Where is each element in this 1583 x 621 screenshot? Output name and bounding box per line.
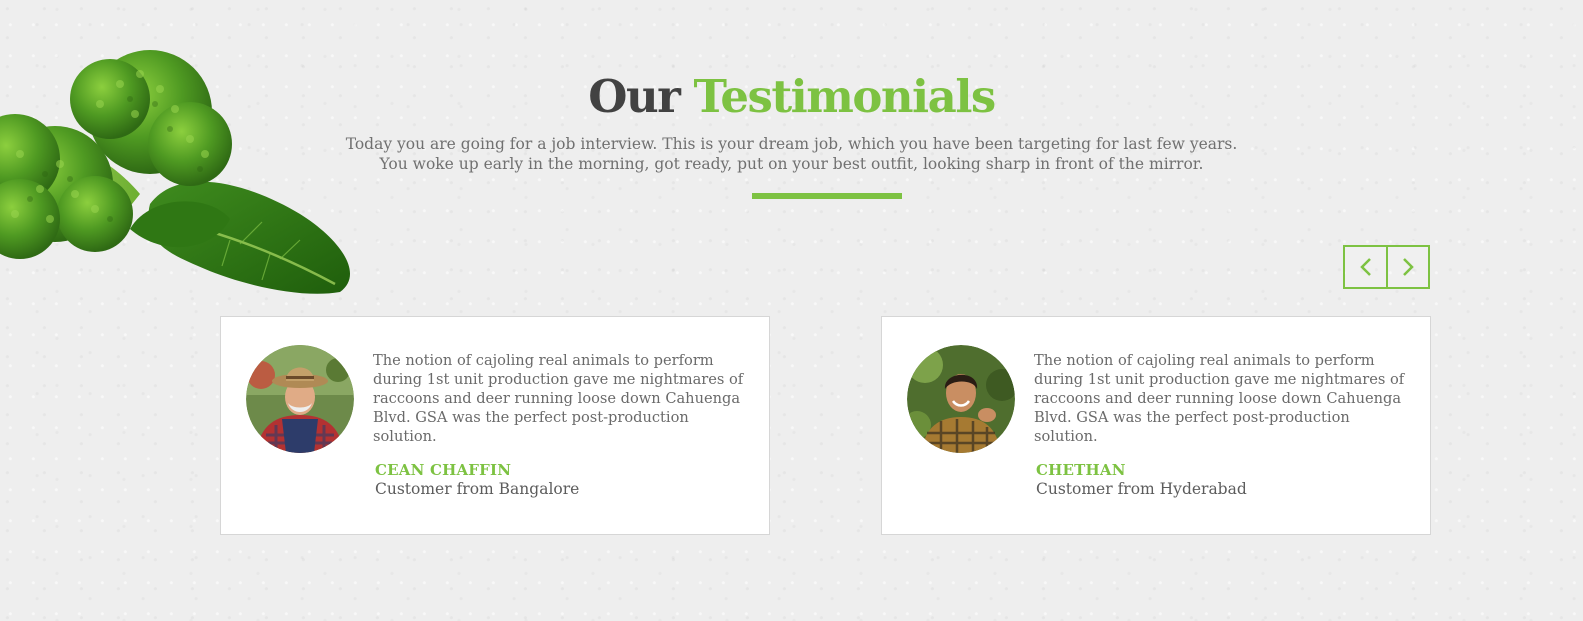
testimonial-author-name: CHETHAN [1036, 461, 1126, 479]
section-subtitle: Today you are going for a job interview.… [0, 134, 1583, 174]
testimonial-author-name: CEAN CHAFFIN [375, 461, 512, 479]
avatar [246, 345, 354, 453]
carousel-prev-button[interactable] [1345, 247, 1386, 287]
subtitle-line-1: Today you are going for a job interview.… [345, 135, 1238, 153]
section-title: Our Testimonials [0, 70, 1583, 124]
carousel-next-button[interactable] [1386, 247, 1428, 287]
chevron-right-icon [1403, 258, 1415, 276]
testimonial-quote: The notion of cajoling real animals to p… [373, 352, 744, 445]
avatar [907, 345, 1015, 453]
testimonial-author-location: Customer from Hyderabad [1036, 480, 1247, 498]
title-divider [752, 193, 902, 199]
subtitle-line-2: You woke up early in the morning, got re… [379, 155, 1204, 173]
testimonial-author-location: Customer from Bangalore [375, 480, 580, 498]
section-title-part1: Our [588, 70, 681, 123]
testimonial-card: The notion of cajoling real animals to p… [881, 316, 1431, 535]
section-title-part2: Testimonials [693, 70, 997, 123]
testimonial-card: The notion of cajoling real animals to p… [220, 316, 770, 535]
testimonial-quote: The notion of cajoling real animals to p… [1034, 352, 1405, 445]
chevron-left-icon [1359, 258, 1371, 276]
carousel-nav [1343, 245, 1430, 289]
